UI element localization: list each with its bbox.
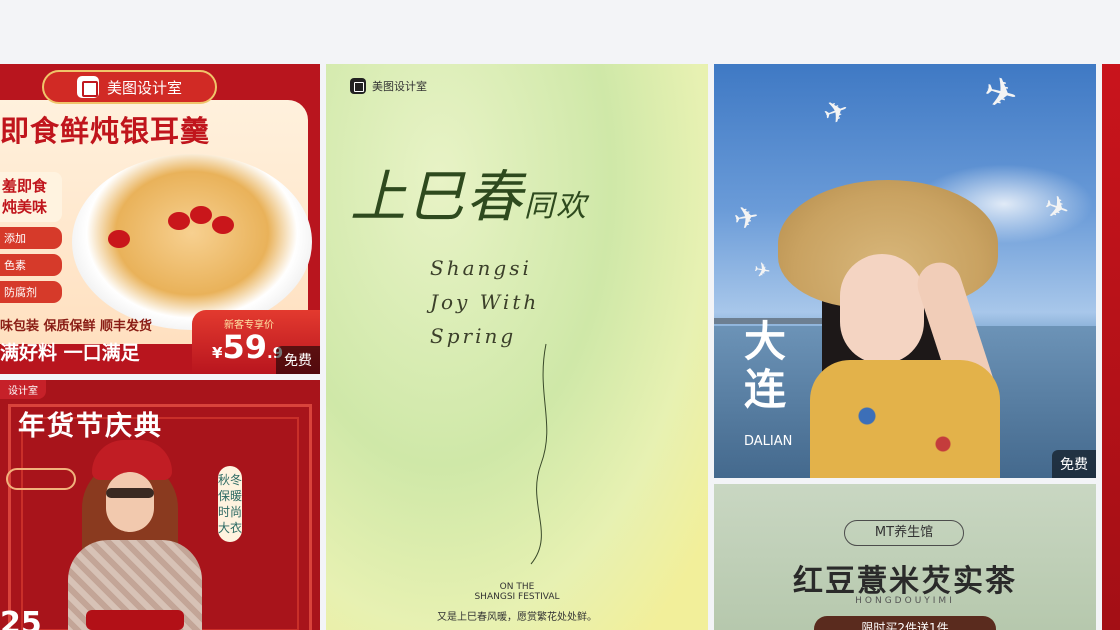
template-card-shangsi-festival[interactable]: 美图设计室 上巳春同欢 Shangsi Joy With Spring ON T…: [326, 64, 708, 630]
feature-item: 防腐剂: [0, 281, 62, 303]
feature-item: 添加: [0, 227, 62, 249]
footer-chinese: 又是上巳春风暖，愿赏繁花处处鲜。: [437, 612, 597, 623]
goji-berry: [168, 212, 190, 230]
brand-logo: 美图设计室: [42, 70, 217, 104]
city-char: 大: [744, 317, 787, 366]
footer-english: ON THE SHANGSI FESTIVAL: [326, 582, 708, 602]
card-title: 年货节庆典: [18, 411, 163, 442]
template-card-herbal-tea[interactable]: MT养生馆 红豆薏米芡实茶 HONGDOUYIMI 限时买2件送1件: [714, 484, 1096, 630]
promo-banner: 限时买2件送1件: [814, 616, 996, 630]
shop-pill: MT养生馆: [844, 520, 964, 546]
price: ¥59.9: [212, 328, 283, 366]
goji-berry: [212, 216, 234, 234]
free-badge: 免费: [1052, 450, 1096, 478]
seagull-icon: ✈: [978, 67, 1023, 121]
footer-line: ON THE: [499, 582, 535, 592]
slogan: 满好料 一口满足: [0, 342, 140, 364]
model-image: [50, 440, 220, 630]
model-face: [106, 472, 154, 532]
model-face: [840, 254, 924, 364]
seagull-icon: ✈: [818, 91, 855, 134]
logo-text: 美图设计室: [106, 78, 182, 97]
template-card-partial[interactable]: [1102, 64, 1120, 630]
card-title: 即食鲜炖银耳羹: [0, 114, 211, 148]
city-char: 连: [744, 365, 787, 414]
free-badge: 免费: [276, 346, 320, 374]
model-dress: [810, 360, 1000, 478]
model-glasses: [106, 488, 154, 498]
goji-berry: [190, 206, 212, 224]
soup-bowl-image: [72, 154, 312, 330]
model-belt: [86, 610, 184, 630]
vertical-caption: 秋冬保暖时尚大衣: [218, 466, 242, 542]
city-english: DALIAN: [744, 434, 793, 449]
feature-item: 色素: [0, 254, 62, 276]
feature-list: 羞即食 炖美味 添加 色素 防腐剂: [0, 172, 62, 303]
feature-head: 羞即食 炖美味: [0, 172, 62, 222]
logo-icon: [76, 76, 99, 98]
city-title: 大 连: [744, 318, 786, 414]
card-title: 红豆薏米芡实茶: [793, 564, 1017, 599]
template-card-dalian[interactable]: ✈ ✈ ✈ ✈ ✈ 大 连 DALIAN 免费: [714, 64, 1096, 478]
brand-tag: 设计室: [0, 380, 46, 399]
service-strip: 味包装 保质保鲜 顺丰发货: [0, 319, 153, 334]
seagull-icon: ✈: [752, 256, 773, 284]
template-card-yiner-soup[interactable]: 美图设计室 即食鲜炖银耳羹 羞即食 炖美味 添加 色素 防腐剂 味包装 保质保鲜…: [0, 64, 320, 374]
goji-berry: [108, 230, 130, 248]
template-card-new-year-festival[interactable]: 设计室 年货节庆典 秋冬保暖时尚大衣 25: [0, 380, 320, 630]
footer-line: SHANGSI FESTIVAL: [474, 592, 560, 602]
thread-line: [530, 343, 548, 565]
seagull-icon: ✈: [731, 199, 762, 238]
card-subtitle: HONGDOUYIMI: [855, 596, 955, 606]
big-number: 25: [0, 606, 42, 630]
